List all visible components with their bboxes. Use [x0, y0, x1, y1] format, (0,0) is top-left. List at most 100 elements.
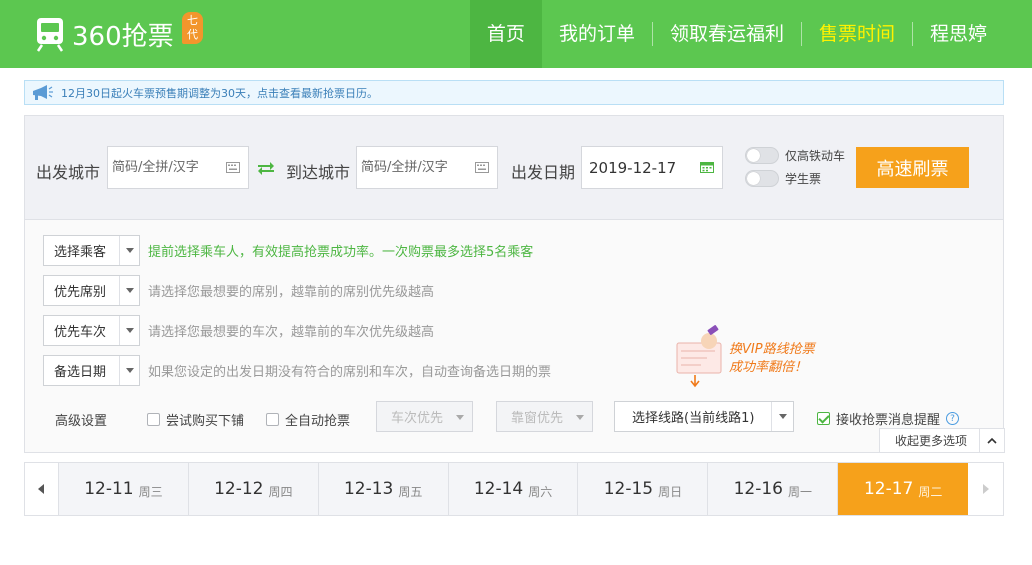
- keyboard-icon[interactable]: [475, 162, 489, 173]
- megaphone-icon: [33, 84, 53, 100]
- search-panel: 出发城市 到达城市 出发日期 仅高铁动车: [24, 115, 1004, 220]
- departure-date-input[interactable]: [582, 147, 697, 188]
- student-ticket-toggle-row[interactable]: 学生票: [745, 170, 821, 187]
- preferred-train-label: 优先车次: [54, 325, 107, 340]
- options-panel: 选择乘客 提前选择乘车人，有效提高抢票成功率。一次购票最多选择5名乘客 优先席别…: [24, 220, 1005, 453]
- departure-date-field[interactable]: [581, 146, 723, 189]
- vip-route-promo[interactable]: 换VIP路线抢票 成功率翻倍！: [675, 325, 845, 397]
- route-select-label: 选择线路(当前线路1): [632, 411, 755, 426]
- calendar-icon[interactable]: [700, 162, 714, 173]
- option-row-train: 优先车次 请选择您最想要的车次，越靠前的车次优先级越高: [43, 315, 434, 346]
- chevron-down-icon[interactable]: [119, 356, 139, 385]
- to-city-label: 到达城市: [286, 163, 351, 182]
- notice-text: 12月30日起火车票预售期调整为30天，点击查看最新抢票日历。: [61, 86, 378, 100]
- date-tab-date: 12-15: [603, 479, 654, 499]
- train-hint: 请选择您最想要的车次，越靠前的车次优先级越高: [148, 325, 435, 340]
- chevron-down-icon[interactable]: [771, 402, 793, 431]
- train-icon: [36, 18, 64, 52]
- main-nav: 首页 我的订单 领取春运福利 售票时间 程思婷: [469, 0, 1004, 68]
- option-row-alt-date: 备选日期 如果您设定的出发日期没有符合的席别和车次，自动查询备选日期的票: [43, 355, 551, 386]
- nav-ticket-sale-time[interactable]: 售票时间: [802, 0, 912, 68]
- from-city-label: 出发城市: [36, 163, 101, 182]
- receive-reminder-row[interactable]: 接收抢票消息提醒 ?: [817, 409, 960, 428]
- date-tab-selected[interactable]: 12-17 周二: [838, 463, 969, 515]
- chevron-right-icon: [982, 484, 989, 494]
- auto-grab-checkbox[interactable]: [266, 412, 280, 426]
- high-speed-only-toggle[interactable]: [745, 147, 779, 164]
- date-tab-date: 12-17: [863, 479, 914, 499]
- date-tab-date: 12-11: [84, 479, 134, 499]
- select-passengers-dropdown[interactable]: 选择乘客: [43, 235, 140, 266]
- vip-promo-line-1: 换VIP路线抢票: [729, 342, 815, 357]
- receive-reminder-label[interactable]: 接收抢票消息提醒: [836, 409, 940, 428]
- date-tab[interactable]: 12-11 周三: [59, 463, 189, 515]
- logo[interactable]: 360抢票 七代: [34, 12, 203, 54]
- date-prev-button[interactable]: [25, 463, 59, 515]
- auto-grab-label[interactable]: 全自动抢票: [285, 410, 350, 429]
- try-lower-berth-label[interactable]: 尝试购买下铺: [166, 410, 244, 429]
- train-priority-dropdown[interactable]: 车次优先: [376, 401, 473, 432]
- chevron-up-icon[interactable]: [979, 429, 1004, 452]
- nav-home[interactable]: 首页: [469, 0, 542, 68]
- date-tab-weekday: 周四: [268, 484, 293, 499]
- nav-spring-festival-benefits[interactable]: 领取春运福利: [653, 0, 801, 68]
- help-icon[interactable]: ?: [946, 412, 960, 425]
- student-ticket-label: 学生票: [785, 172, 822, 186]
- from-city-input[interactable]: [108, 147, 218, 188]
- date-tab-weekday: 周三: [138, 484, 163, 499]
- chevron-left-icon: [38, 484, 45, 494]
- train-priority-label: 车次优先: [391, 411, 444, 426]
- select-passengers-label: 选择乘客: [54, 245, 107, 260]
- alternate-date-hint: 如果您设定的出发日期没有符合的席别和车次，自动查询备选日期的票: [148, 365, 552, 380]
- collapse-options-button[interactable]: 收起更多选项: [879, 428, 1005, 453]
- departure-date-label: 出发日期: [511, 163, 576, 182]
- chevron-down-icon: [456, 415, 464, 420]
- vip-promo-line-2: 成功率翻倍！: [729, 360, 808, 375]
- chevron-down-icon[interactable]: [119, 316, 139, 345]
- high-speed-only-toggle-row[interactable]: 仅高铁动车: [745, 147, 845, 164]
- date-tab[interactable]: 12-13 周五: [319, 463, 449, 515]
- date-strip: 12-11 周三 12-12 周四 12-13 周五 12-14 周六 12-1…: [24, 462, 1004, 516]
- to-city-field[interactable]: [356, 146, 498, 189]
- vip-promo-text: 换VIP路线抢票 成功率翻倍！: [729, 341, 815, 377]
- keyboard-icon[interactable]: [226, 162, 240, 173]
- window-priority-label: 靠窗优先: [511, 411, 564, 426]
- chevron-down-icon[interactable]: [119, 236, 139, 265]
- notice-bar[interactable]: 12月30日起火车票预售期调整为30天，点击查看最新抢票日历。: [24, 80, 1004, 105]
- option-row-seat: 优先席别 请选择您最想要的席别，越靠前的席别优先级越高: [43, 275, 434, 306]
- high-speed-only-label: 仅高铁动车: [785, 149, 846, 163]
- date-tab[interactable]: 12-14 周六: [449, 463, 579, 515]
- preferred-seat-dropdown[interactable]: 优先席别: [43, 275, 140, 306]
- try-lower-berth-checkbox[interactable]: [147, 412, 161, 426]
- receive-reminder-checkbox[interactable]: [817, 412, 830, 425]
- swap-cities-icon[interactable]: [257, 160, 275, 176]
- date-tab-date: 12-12: [214, 479, 264, 499]
- advanced-settings-row: 高级设置 尝试购买下铺 全自动抢票: [55, 403, 350, 435]
- fast-refresh-button[interactable]: 高速刷票: [856, 147, 969, 188]
- route-select-dropdown[interactable]: 选择线路(当前线路1): [614, 401, 794, 432]
- logo-text: 360抢票: [72, 21, 174, 52]
- seat-hint: 请选择您最想要的席别，越靠前的席别优先级越高: [148, 285, 435, 300]
- date-tab[interactable]: 12-16 周一: [708, 463, 839, 515]
- version-badge: 七代: [182, 12, 203, 44]
- chevron-down-icon[interactable]: [119, 276, 139, 305]
- collapse-options-label: 收起更多选项: [895, 434, 968, 448]
- nav-user-name[interactable]: 程思婷: [913, 0, 1004, 68]
- window-priority-dropdown[interactable]: 靠窗优先: [496, 401, 593, 432]
- passengers-hint: 提前选择乘车人，有效提高抢票成功率。一次购票最多选择5名乘客: [148, 245, 534, 260]
- chevron-down-icon: [576, 415, 584, 420]
- advanced-settings-label: 高级设置: [55, 413, 108, 429]
- date-tab[interactable]: 12-12 周四: [189, 463, 319, 515]
- date-tab-date: 12-16: [733, 479, 783, 499]
- date-next-button[interactable]: [968, 463, 1004, 515]
- preferred-train-dropdown[interactable]: 优先车次: [43, 315, 140, 346]
- student-ticket-toggle[interactable]: [745, 170, 779, 187]
- date-tab-date: 12-13: [343, 479, 394, 499]
- nav-my-orders[interactable]: 我的订单: [542, 0, 652, 68]
- option-row-passengers: 选择乘客 提前选择乘车人，有效提高抢票成功率。一次购票最多选择5名乘客: [43, 235, 533, 266]
- date-tab[interactable]: 12-15 周日: [578, 463, 709, 515]
- alternate-date-label: 备选日期: [54, 365, 107, 380]
- alternate-date-dropdown[interactable]: 备选日期: [43, 355, 140, 386]
- to-city-input[interactable]: [357, 147, 467, 188]
- from-city-field[interactable]: [107, 146, 249, 189]
